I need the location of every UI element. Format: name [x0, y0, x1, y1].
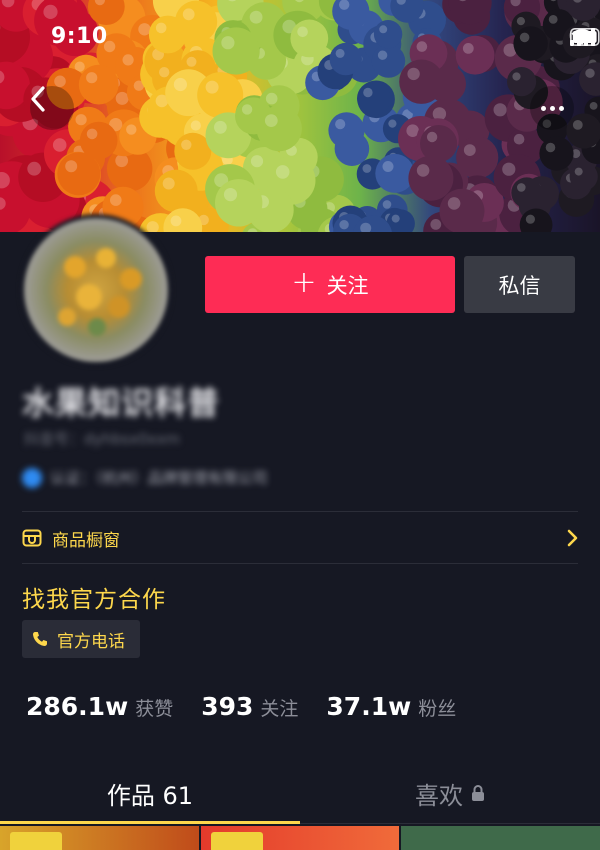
message-button[interactable]: 私信 [464, 256, 575, 313]
video-grid [0, 826, 600, 850]
cooperation-title: 找我官方合作 [22, 587, 166, 613]
stat-value: 393 [201, 692, 254, 721]
more-button[interactable] [530, 86, 574, 130]
video-thumbnail[interactable] [401, 826, 600, 850]
account-id[interactable]: 抖音号：dyhbsx0xxm [24, 428, 180, 449]
active-tab-indicator [0, 821, 300, 824]
message-button-label: 私信 [498, 273, 541, 298]
back-button[interactable] [30, 86, 74, 130]
divider [22, 563, 578, 564]
stat-value: 286.1w [26, 692, 129, 721]
stat-value: 37.1w [326, 692, 412, 721]
shop-window-icon [22, 529, 42, 547]
shop-window-row[interactable]: 商品橱窗 [22, 514, 578, 562]
follow-button[interactable]: + 关注 [205, 256, 455, 313]
video-thumbnail[interactable] [200, 826, 400, 850]
tab-likes-label: 喜欢 [415, 781, 463, 810]
status-time: 9:10 [51, 24, 108, 49]
stat-label: 关注 [260, 698, 299, 720]
tab-likes[interactable]: 喜欢 [300, 762, 600, 824]
tab-works[interactable]: 作品 61 [0, 762, 300, 824]
tab-works-label: 作品 61 [106, 781, 194, 810]
official-phone-button[interactable]: 官方电话 [22, 620, 140, 658]
official-phone-label: 官方电话 [57, 631, 125, 652]
stat-followers[interactable]: 37.1w 粉丝 [326, 692, 456, 721]
status-bar: 9:10 [0, 0, 600, 70]
profile-nickname: 水果知识科普 [22, 384, 221, 422]
follow-button-label: 关注 [326, 273, 369, 298]
stat-likes[interactable]: 286.1w 获赞 [26, 692, 173, 721]
stat-following[interactable]: 393 关注 [201, 692, 298, 721]
divider [22, 511, 578, 512]
shop-window-label: 商品橱窗 [52, 530, 120, 551]
content-tabs: 作品 61 喜欢 [0, 762, 600, 824]
profile-stats: 286.1w 获赞 393 关注 37.1w 粉丝 [26, 692, 484, 721]
more-dots-icon [540, 105, 546, 111]
video-thumbnail[interactable] [0, 826, 199, 850]
phone-icon [33, 632, 47, 646]
avatar[interactable] [20, 214, 172, 366]
cover-banner: 9:10 [0, 0, 600, 232]
stat-label: 粉丝 [418, 698, 457, 720]
verification-text: 认证：（杭州）品牌管理有限公司 [50, 469, 268, 487]
lock-icon [472, 785, 484, 801]
chevron-right-icon [567, 529, 578, 547]
chevron-left-icon [31, 86, 45, 112]
verified-badge-icon [22, 467, 42, 488]
verification-info: 认证：（杭州）品牌管理有限公司 [22, 467, 268, 488]
stat-label: 获赞 [135, 698, 174, 720]
plus-icon: + [291, 265, 317, 300]
battery-icon [570, 28, 600, 46]
